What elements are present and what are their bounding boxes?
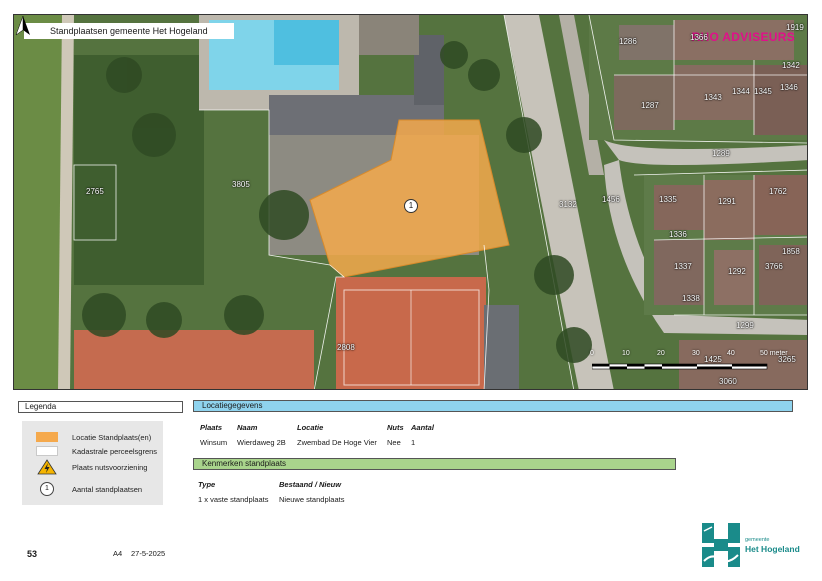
parcel-label: 2808 (337, 343, 355, 352)
standplaats-type: 1 x vaste standplaats (198, 495, 269, 504)
aerial-map[interactable]: Standplaatsen gemeente Het Hogeland RHO … (13, 14, 808, 390)
scale-tick-label: 10 (622, 350, 630, 357)
location-place: Winsum (200, 438, 228, 447)
parcel-label: 1292 (728, 267, 746, 276)
paper-size: A4 (113, 549, 123, 558)
column-header: Type (198, 480, 216, 489)
parcel-label: 1342 (782, 61, 800, 70)
page-number: 53 (27, 549, 38, 559)
gemeente-logo-icon (702, 523, 740, 567)
legend-item-count: 1 Aantal standplaatsen (36, 482, 142, 496)
logo-subtitle: gemeente (745, 537, 770, 543)
parcel-label: 1336 (669, 230, 687, 239)
scale-tick-label: 0 (590, 350, 594, 357)
location-site: Zwembad De Hoge Vier (297, 438, 377, 447)
column-header: Aantal (411, 423, 434, 432)
legend-header: Legenda (18, 401, 183, 413)
parcel-label: 1456 (602, 195, 620, 204)
scale-tick-label: 30 (692, 350, 700, 357)
parcel-label: 1344 (732, 87, 750, 96)
legend-item-parcel: Kadastrale perceelsgrens (36, 444, 157, 458)
legend-item-utility: Plaats nutsvoorziening (36, 459, 148, 475)
scale-tick-label: 20 (657, 350, 665, 357)
location-utility: Nee (387, 438, 401, 447)
legend-item-location: Locatie Standplaats(en) (36, 430, 151, 444)
column-header: Nuts (387, 423, 404, 432)
location-name: Wierdaweg 2B (237, 438, 286, 447)
parcel-label: 1287 (641, 101, 659, 110)
parcel-label: 1337 (674, 262, 692, 271)
parcel-label: 1858 (782, 247, 800, 256)
parcel-label: 3132 (559, 200, 577, 209)
location-count: 1 (411, 438, 416, 447)
legend-item-label: Plaats nutsvoorziening (72, 462, 148, 472)
parcel-label: 3060 (719, 377, 737, 386)
parcel-label: 1346 (780, 83, 798, 92)
parcel-label: 2765 (86, 187, 104, 196)
parcel-label: 1919 (786, 23, 804, 32)
parcel-label: 1762 (769, 187, 787, 196)
column-header: Plaats (200, 423, 223, 432)
column-header: Locatie (297, 423, 324, 432)
legend: Locatie Standplaats(en) Kadastrale perce… (22, 421, 163, 505)
location-section-header: Locatiegegevens (193, 400, 793, 412)
parcel-label: 1345 (754, 87, 772, 96)
number-circle-icon: 1 (40, 482, 54, 496)
scale-bar: 0 10 20 30 40 50 meter (590, 350, 792, 378)
parcel-label: 3766 (765, 262, 783, 271)
parcel-label: 1299 (736, 321, 754, 330)
logo-title: Het Hogeland (745, 544, 800, 554)
north-arrow-icon (15, 15, 30, 36)
legend-item-label: Aantal standplaatsen (72, 484, 143, 494)
standplaats-status: Nieuwe standplaats (279, 495, 345, 504)
column-header: Naam (237, 423, 258, 432)
parcel-label: 1291 (718, 197, 736, 206)
legend-item-label: Kadastrale perceelsgrens (72, 446, 158, 456)
column-header: Bestaand / Nieuw (279, 480, 342, 489)
scale-tick-label: 40 (727, 350, 735, 357)
parcel-label: 3805 (232, 180, 250, 189)
warning-icon (37, 459, 57, 475)
parcel-label: 1286 (619, 37, 637, 46)
parcel-label: 1335 (659, 195, 677, 204)
parcel-label: 1338 (682, 294, 700, 303)
standplaats-count-marker[interactable]: 1 (404, 199, 418, 213)
map-title: Standplaatsen gemeente Het Hogeland (24, 23, 234, 39)
parcel-label: 1289 (712, 149, 730, 158)
orange-swatch (36, 432, 58, 442)
document-date: 27-5-2025 (131, 549, 166, 558)
scale-tick-label: 50 meter (760, 350, 788, 357)
parcel-label: 1366 (690, 33, 708, 42)
legend-item-label: Locatie Standplaats(en) (72, 432, 152, 442)
parcel-label: 1343 (704, 93, 722, 102)
white-swatch (36, 446, 58, 456)
characteristics-section-header: Kenmerken standplaats (193, 458, 676, 470)
